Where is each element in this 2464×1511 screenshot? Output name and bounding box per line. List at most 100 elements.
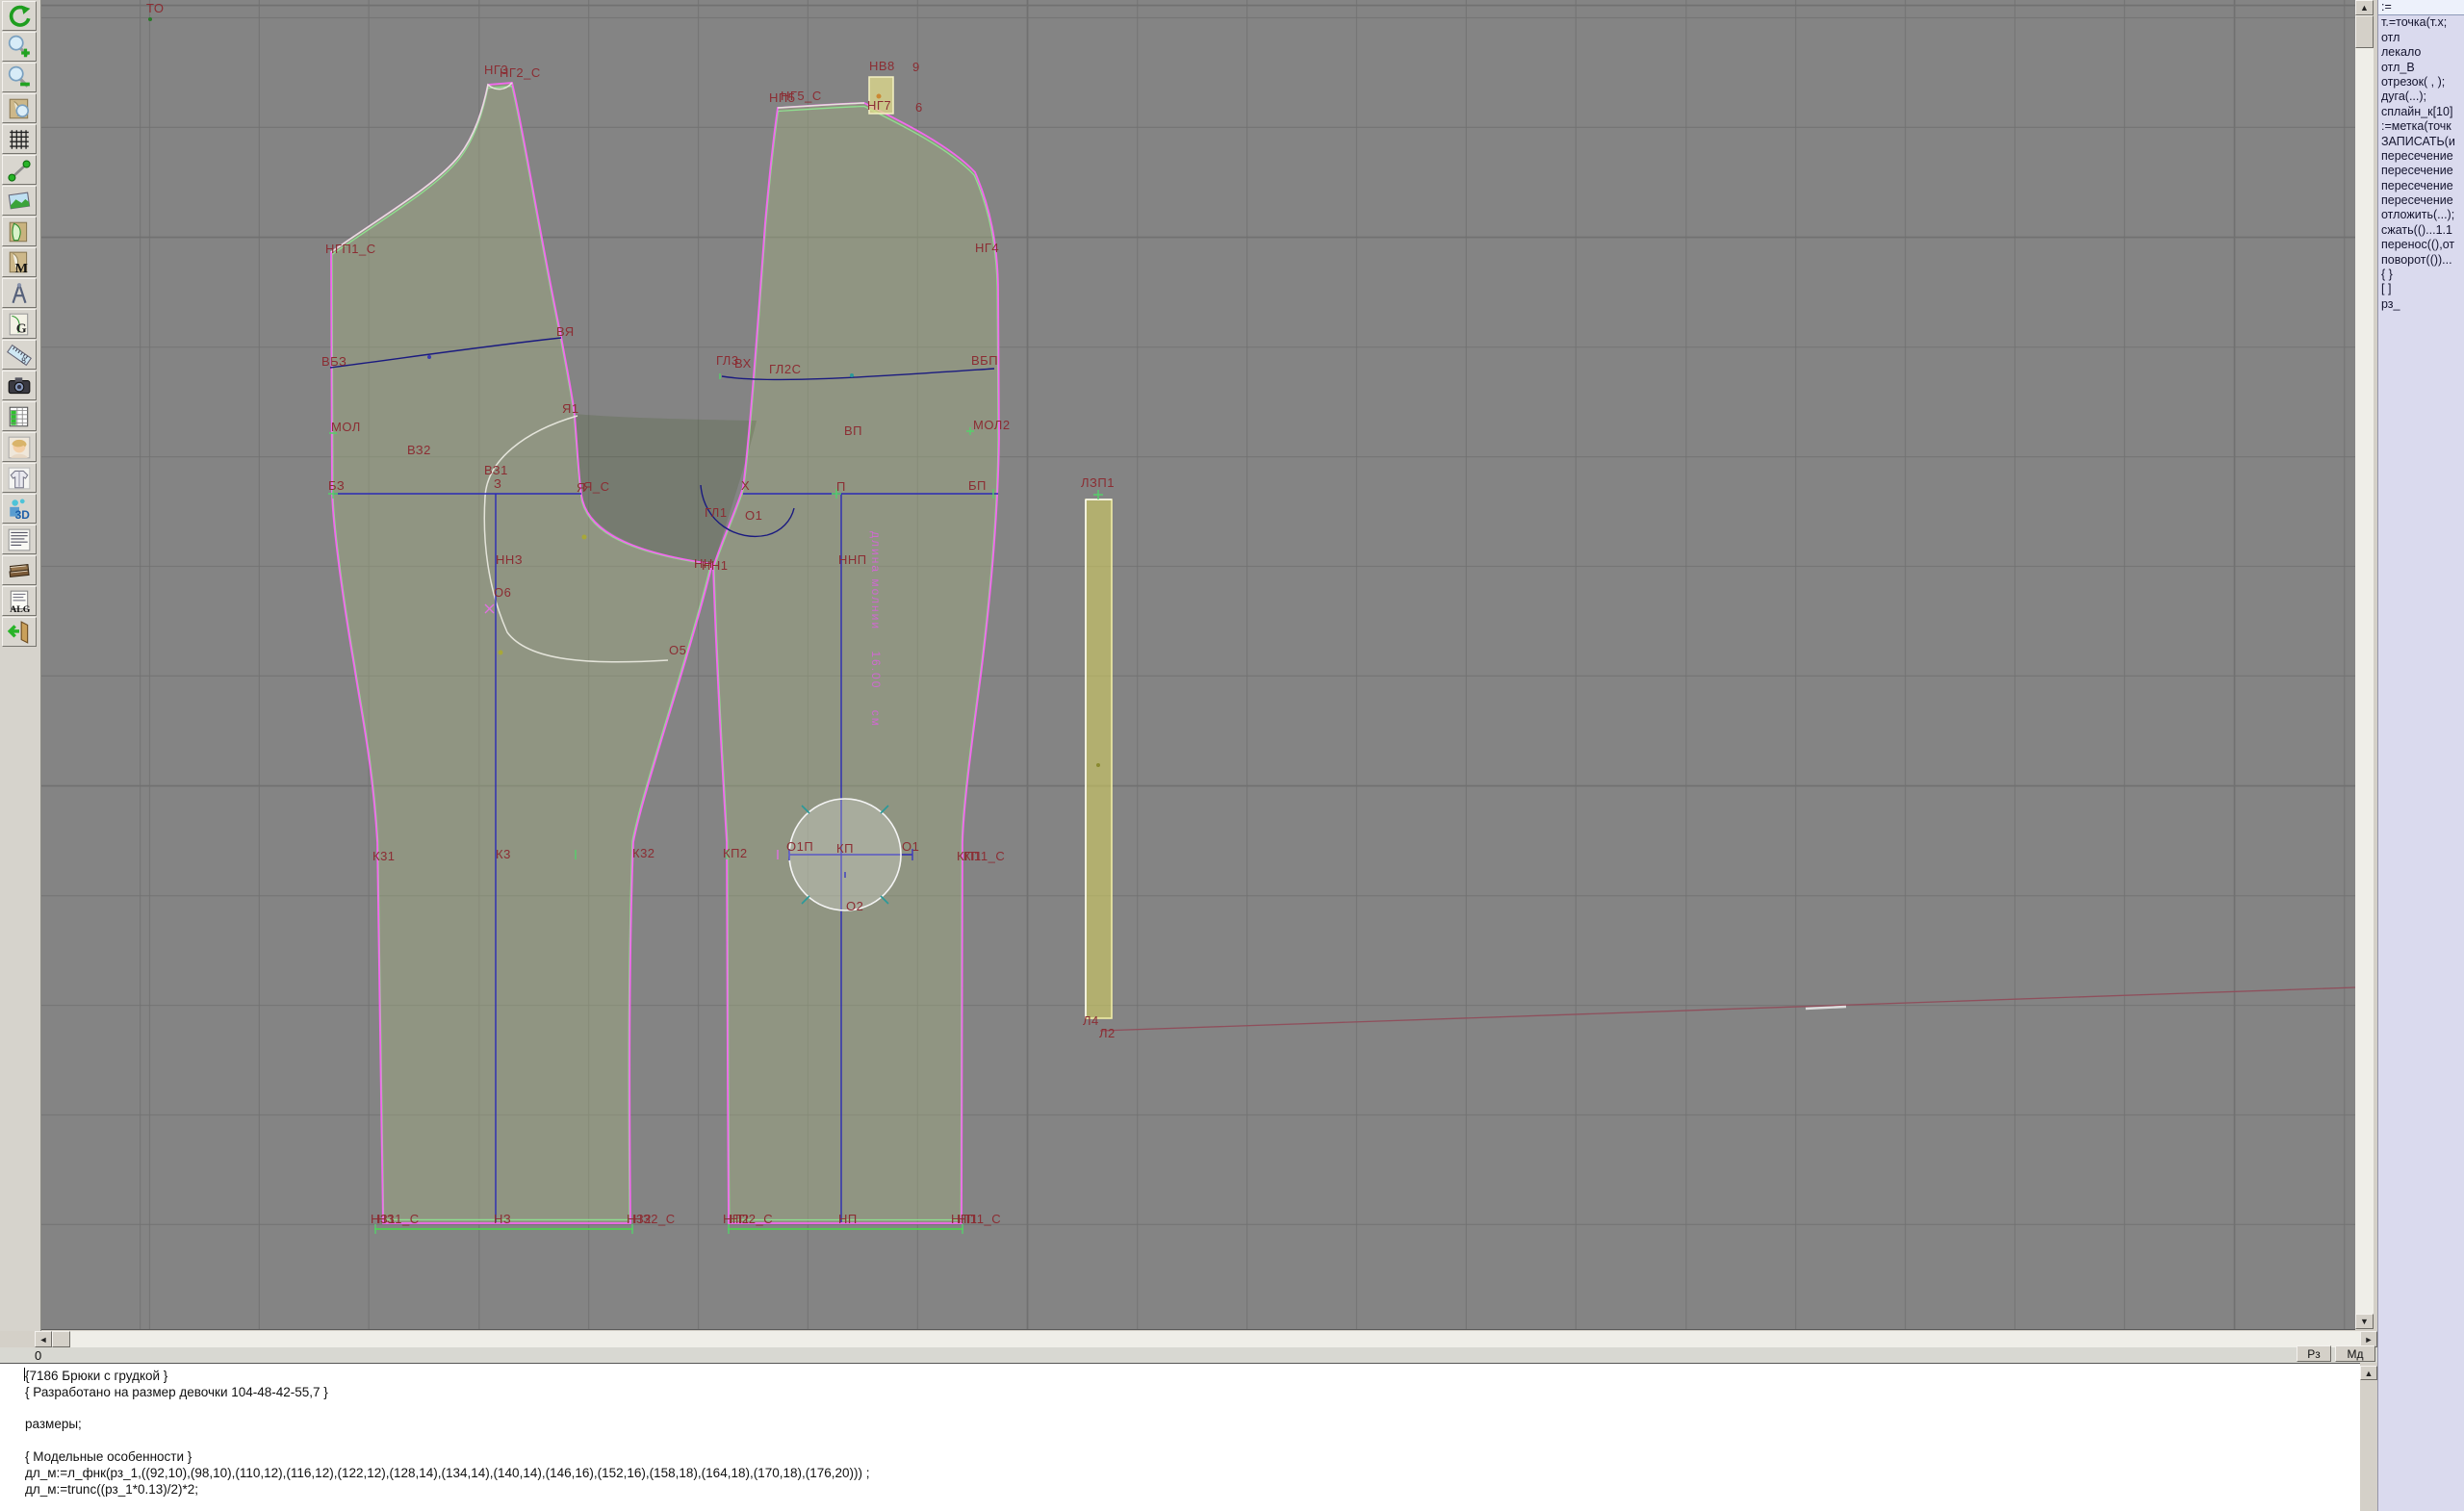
status-bar: 0 РзМд xyxy=(0,1347,2377,1363)
dot-marker-6 xyxy=(850,373,854,377)
point-label: 9 xyxy=(912,61,920,74)
point-label: НП2_С xyxy=(730,1213,773,1226)
point-label: ГЛ1 xyxy=(705,506,728,520)
3d-icon[interactable]: 3D xyxy=(2,494,37,524)
image-icon[interactable] xyxy=(2,186,37,216)
grid-icon[interactable] xyxy=(2,124,37,154)
point-label: 6 xyxy=(915,101,923,115)
status-button-мд[interactable]: Мд xyxy=(2335,1345,2375,1362)
point-label: ВБЗ xyxy=(321,355,346,369)
program-text-editor[interactable]: {7186 Брюки с грудкой }{ Разработано на … xyxy=(0,1363,2360,1511)
editor-line: { Разработано на размер девочки 104-48-4… xyxy=(25,1385,2360,1401)
point-label: ВХ xyxy=(734,357,752,371)
svg-text:M: M xyxy=(15,260,28,274)
command-item[interactable]: рз_ xyxy=(2378,297,2464,312)
point-label: БЗ xyxy=(328,479,345,493)
zoom-out-icon[interactable] xyxy=(2,63,37,92)
point-label: О2 xyxy=(846,900,863,913)
point-label: НП1_С xyxy=(958,1213,1001,1226)
point-label: МОЛ2 xyxy=(973,419,1011,432)
command-item[interactable]: пересечение xyxy=(2378,179,2464,193)
status-button-рз[interactable]: Рз xyxy=(2297,1345,2331,1362)
editor-line: дл_м:=trunc((рз_1*0.13)/2)*2; xyxy=(25,1482,2360,1498)
command-item[interactable]: ЗАПИСАТЬ(и xyxy=(2378,135,2464,149)
zoom-in-icon[interactable] xyxy=(2,32,37,62)
point-label: КП1_С xyxy=(963,850,1005,863)
textdoc-icon[interactable] xyxy=(2,525,37,554)
editor-line xyxy=(25,1401,2360,1418)
piece-preview-icon[interactable] xyxy=(2,93,37,123)
command-item[interactable]: [ ] xyxy=(2378,282,2464,296)
editor-line: {7186 Брюки с грудкой } xyxy=(25,1369,2360,1385)
point-label: К3 xyxy=(496,848,511,861)
point-label: КП2 xyxy=(723,847,748,860)
command-item[interactable]: пересечение xyxy=(2378,164,2464,178)
command-panel: :=т.=точка(т.х;отллекалоотл_Вотрезок( , … xyxy=(2377,0,2464,1511)
algorithm-icon[interactable]: ALG xyxy=(2,586,37,616)
command-item[interactable]: { } xyxy=(2378,268,2464,282)
toolbar: M G8 3D ALG xyxy=(0,0,41,1331)
svg-text:ALG: ALG xyxy=(10,603,31,613)
back-piece[interactable] xyxy=(331,83,712,1223)
command-item[interactable]: отрезок( , ); xyxy=(2378,75,2464,90)
command-item[interactable]: сплайн_к[10] xyxy=(2378,105,2464,119)
horizontal-scroll-thumb[interactable] xyxy=(52,1331,70,1347)
point-label: НГП1_С xyxy=(325,243,376,256)
command-item[interactable]: отл_В xyxy=(2378,61,2464,75)
pattern-piece-icon[interactable] xyxy=(2,217,37,246)
books-icon[interactable] xyxy=(2,555,37,585)
diagonal-guide-line xyxy=(1100,987,2355,1031)
pattern-cad-window: M G8 3D ALG xyxy=(0,0,2464,1511)
scroll-left-button[interactable]: ◄ xyxy=(35,1331,52,1347)
point-label: НВ8 xyxy=(869,60,895,73)
point-label: П xyxy=(836,480,846,494)
measure-icon[interactable] xyxy=(2,155,37,185)
command-item[interactable]: пересечение xyxy=(2378,193,2464,208)
command-item[interactable]: :=метка(точк xyxy=(2378,119,2464,134)
drawing-canvas[interactable]: ТОНГ3НГ2_СНВ89НП5НГ5_СНГ76НГП1_СНГ4ВЯВБЗ… xyxy=(41,0,2355,1330)
garment-icon[interactable] xyxy=(2,463,37,493)
point-label: ЛЗП1 xyxy=(1081,476,1115,490)
exit-icon[interactable] xyxy=(2,617,37,647)
command-item[interactable]: поворот(())... xyxy=(2378,253,2464,268)
command-item[interactable]: дуга(...); xyxy=(2378,90,2464,104)
undo-icon[interactable] xyxy=(2,1,37,31)
point-label: НН1 xyxy=(702,559,729,573)
scroll-down-button[interactable]: ▼ xyxy=(2355,1314,2374,1329)
point-label: ГЛ2С xyxy=(769,363,801,376)
point-label: Л2 xyxy=(1099,1027,1116,1040)
command-input[interactable]: := xyxy=(2378,0,2464,15)
command-item[interactable]: отл xyxy=(2378,31,2464,45)
editor-scroll-up-button[interactable]: ▲ xyxy=(2360,1366,2377,1380)
command-item[interactable]: т.=точка(т.х; xyxy=(2378,15,2464,30)
dot-marker-4 xyxy=(148,17,152,21)
command-item[interactable]: перенос((),от xyxy=(2378,238,2464,252)
pattern-m-icon[interactable]: M xyxy=(2,247,37,277)
pattern-geometry xyxy=(41,0,2355,1329)
command-item[interactable]: сжать(()...1.1 xyxy=(2378,223,2464,238)
ruler-icon[interactable]: 8 xyxy=(2,340,37,370)
point-label: МОЛ xyxy=(331,421,361,434)
portrait-icon[interactable] xyxy=(2,432,37,462)
pattern-g-icon[interactable]: G xyxy=(2,309,37,339)
spreadsheet-icon[interactable] xyxy=(2,401,37,431)
point-label: ННЗ xyxy=(496,553,523,567)
command-item[interactable]: лекало xyxy=(2378,45,2464,60)
camera-icon[interactable] xyxy=(2,371,37,400)
command-item[interactable]: отложить(...); xyxy=(2378,208,2464,222)
point-label: О6 xyxy=(494,586,511,600)
vertical-scroll-thumb[interactable] xyxy=(2355,15,2374,48)
editor-vertical-scrollbar[interactable]: ▲ xyxy=(2360,1364,2377,1511)
belt-strip[interactable] xyxy=(1086,499,1112,1018)
point-label: Х xyxy=(741,479,750,493)
front-piece[interactable] xyxy=(713,103,999,1223)
scroll-up-button[interactable]: ▲ xyxy=(2355,0,2374,15)
editor-line xyxy=(25,1433,2360,1449)
dot-marker-5 xyxy=(427,355,431,359)
compass-icon[interactable] xyxy=(2,278,37,308)
command-item[interactable]: пересечение xyxy=(2378,149,2464,164)
canvas-vertical-scrollbar[interactable]: ▲ ▼ xyxy=(2355,0,2374,1329)
canvas-horizontal-scrollbar[interactable]: ◄ ► xyxy=(35,1331,2377,1347)
dot-marker-3 xyxy=(1096,763,1100,767)
point-label: КП xyxy=(836,842,854,856)
